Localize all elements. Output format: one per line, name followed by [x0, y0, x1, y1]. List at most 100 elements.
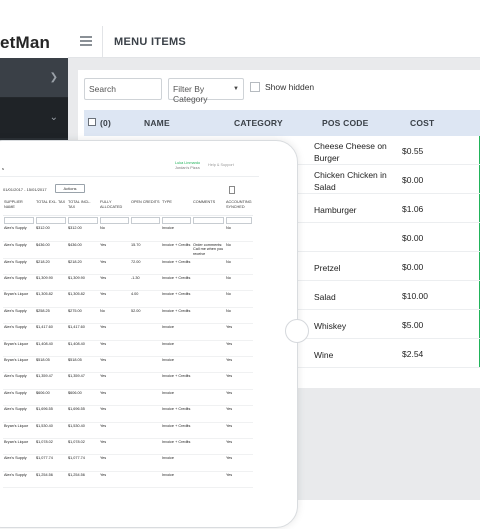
category-filter-label: Filter By Category [173, 84, 208, 104]
category-filter-select[interactable]: Filter By Category ▼ [168, 78, 244, 104]
cell-comments [192, 356, 225, 374]
cell-supplier-name: Alex's Supply [3, 372, 35, 390]
invoice-row[interactable]: Alex's Supply $312.00 $312.00 No Invoice No [3, 225, 253, 242]
menu-item-cost: $1.06 [402, 204, 424, 214]
invoice-row[interactable]: Bryan's Liquor $1,078.02 $1,078.02 Yes Invoi… [3, 438, 253, 456]
header-count: (0) [100, 118, 111, 128]
cell-comments [192, 405, 225, 423]
show-hidden-checkbox[interactable] [250, 82, 260, 92]
menu-item-cost: $2.54 [402, 349, 424, 359]
cell-fully-allocated: Yes [99, 471, 130, 489]
help-support-link[interactable]: Help & Support [208, 163, 234, 167]
filter-input[interactable] [100, 216, 129, 224]
cell-type: Invoice + Credits [161, 422, 192, 439]
invoice-row[interactable]: Alex's Supply $1,077.74 $1,077.74 Yes Invoic… [3, 454, 253, 472]
cell-accounting-synched: No [225, 290, 253, 308]
cell-total-excl-tax: $1,305.82 [35, 290, 67, 308]
user-name[interactable]: Luka Linmardo [175, 161, 200, 165]
filter-input[interactable] [193, 216, 224, 224]
cell-supplier-name: Alex's Supply [3, 405, 35, 423]
cell-fully-allocated: Yes [99, 241, 130, 259]
cell-open-credits [130, 225, 161, 242]
invoice-row[interactable]: Alex's Supply $1,359.47 $1,359.47 Yes Invoic… [3, 372, 253, 390]
invoice-table-body: Alex's Supply $312.00 $312.00 No Invoice No Al… [3, 225, 253, 489]
select-all-checkbox[interactable] [88, 118, 96, 126]
cell-comments [192, 323, 225, 341]
cell-supplier-name: Bryan's Liquor [3, 290, 35, 308]
header-total-incl-tax[interactable]: TOTAL INCL. TAX [67, 199, 99, 216]
caret-down-icon: ▼ [233, 86, 239, 92]
cell-fully-allocated: Yes [99, 454, 130, 472]
invoice-row[interactable]: Alex's Supply $258.25 $275.00 No 52.00 Invoic… [3, 307, 253, 325]
document-icon[interactable] [229, 186, 235, 194]
logo-text: etMan [0, 33, 51, 52]
invoice-table-header: SUPPLIER NAME TOTAL EXL. TAX TOTAL INCL.… [3, 199, 253, 216]
cell-fully-allocated: Yes [99, 356, 130, 374]
cell-comments [192, 258, 225, 276]
search-input[interactable]: Search [84, 78, 162, 100]
invoice-row[interactable]: Alex's Supply $1,254.56 $1,254.56 Yes Invoic… [3, 471, 253, 489]
header-type[interactable]: TYPE [161, 199, 192, 216]
cell-accounting-synched: Yes [225, 356, 253, 374]
header-category[interactable]: CATEGORY [234, 118, 283, 128]
invoice-row[interactable]: Alex's Supply $1,696.55 $1,696.55 Yes Invoic… [3, 405, 253, 423]
cell-fully-allocated: Yes [99, 438, 130, 456]
shop-name: Jordan's Pizza [175, 166, 200, 170]
cell-supplier-name: Alex's Supply [3, 471, 35, 489]
filter-input[interactable] [4, 216, 34, 224]
cell-type: Invoice [161, 340, 192, 358]
invoice-row[interactable]: Alex's Supply $436.00 $436.00 Yes 15.70 Invoi… [3, 241, 253, 259]
cell-fully-allocated: Yes [99, 274, 130, 292]
invoice-row[interactable]: Alex's Supply $1,417.60 $1,417.60 Yes Invoic… [3, 323, 253, 341]
filter-input[interactable] [226, 216, 252, 224]
top-bar-divider [102, 26, 103, 58]
header-pos-code[interactable]: POS CODE [322, 118, 368, 128]
header-fully-allocated[interactable]: FULLY ALLOCATED [99, 199, 130, 216]
invoice-row[interactable]: Bryan's Liquor $1,305.82 $1,305.82 Yes 4.00 I… [3, 290, 253, 308]
header-supplier-name[interactable]: SUPPLIER NAME [3, 199, 35, 216]
cell-total-incl-tax: $1,417.60 [67, 323, 99, 341]
filter-input[interactable] [162, 216, 191, 224]
header-accounting-synched[interactable]: ACCOUNTING SYNCHED [225, 199, 253, 216]
header-comments[interactable]: COMMENTS [192, 199, 225, 216]
cell-comments [192, 372, 225, 390]
header-total-excl-tax[interactable]: TOTAL EXL. TAX [35, 199, 67, 216]
cell-total-excl-tax: $258.25 [35, 307, 67, 325]
cell-open-credits: 72.00 [130, 258, 161, 276]
header-open-credits[interactable]: OPEN CREDITS [130, 199, 161, 216]
filter-input[interactable] [68, 216, 98, 224]
cell-comments [192, 389, 225, 407]
cell-open-credits [130, 356, 161, 374]
filter-input[interactable] [36, 216, 66, 224]
cell-accounting-synched: No [225, 258, 253, 276]
sidebar-nav-item-1[interactable]: ❯ [0, 58, 68, 98]
header-name[interactable]: NAME [144, 118, 170, 128]
invoice-row[interactable]: Alex's Supply $606.00 $606.00 Yes Invoice Yes [3, 389, 253, 407]
cell-comments [192, 471, 225, 489]
menu-item-cost: $0.00 [402, 175, 424, 185]
filter-input[interactable] [131, 216, 160, 224]
cell-type: Invoice + Credits [161, 372, 192, 390]
header-cost[interactable]: COST [410, 118, 434, 128]
invoice-row[interactable]: Bryan's Liquor $1,408.40 $1,408.40 Yes Invoi… [3, 340, 253, 358]
invoice-row[interactable]: Alex's Supply $1,309.90 $1,309.90 Yes -1.30 I… [3, 274, 253, 292]
actions-button[interactable]: Actions [55, 184, 85, 193]
cell-open-credits: -1.30 [130, 274, 161, 292]
tablet-home-button [285, 319, 309, 343]
cell-total-excl-tax: $1,359.47 [35, 372, 67, 390]
invoice-row[interactable]: Bryan's Liquor $1,530.40 $1,530.40 Yes Invoi… [3, 422, 253, 439]
cell-type: Invoice + Credits [161, 405, 192, 423]
invoice-row[interactable]: Alex's Supply $218.20 $218.20 Yes 72.00 Invoi… [3, 258, 253, 276]
cell-total-incl-tax: $218.20 [67, 258, 99, 276]
hamburger-menu-icon[interactable] [80, 36, 92, 46]
menu-item-cost: $0.55 [402, 146, 424, 156]
cell-total-excl-tax: $518.05 [35, 356, 67, 374]
cell-total-incl-tax: $606.00 [67, 389, 99, 407]
cell-total-incl-tax: $1,077.74 [67, 454, 99, 472]
cell-accounting-synched: Yes [225, 405, 253, 423]
cell-comments [192, 438, 225, 456]
date-range[interactable]: 01/01/2017 - 15/01/2017 [3, 187, 47, 192]
sidebar-nav-item-2[interactable]: ⌄ [0, 98, 68, 138]
cell-total-incl-tax: $1,530.40 [67, 422, 99, 439]
invoice-row[interactable]: Bryan's Liquor $518.05 $518.05 Yes Invoice Ye… [3, 356, 253, 374]
